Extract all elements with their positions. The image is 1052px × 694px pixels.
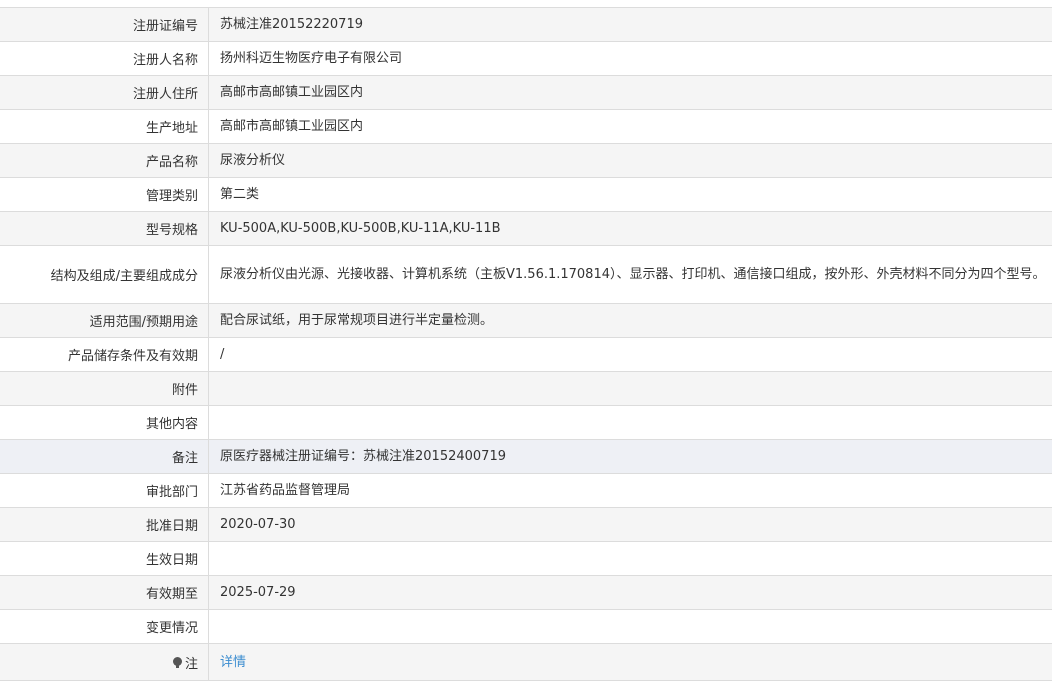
value-remark: 原医疗器械注册证编号：苏械注准20152400719 (220, 449, 506, 464)
value-category: 第二类 (220, 187, 260, 202)
row-storage: 产品储存条件及有效期 / (0, 338, 1052, 372)
value-change (209, 610, 1052, 643)
value-effective-date (209, 542, 1052, 575)
row-production-address: 生产地址 高邮市高邮镇工业园区内 (0, 110, 1052, 144)
value-registrant-address: 高邮市高邮镇工业园区内 (220, 85, 364, 100)
value-usage: 配合尿试纸，用于尿常规项目进行半定量检测。 (220, 313, 494, 328)
label-registrant-address: 注册人住所 (0, 76, 209, 109)
value-approval-date: 2020-07-30 (220, 517, 296, 532)
row-category: 管理类别 第二类 (0, 178, 1052, 212)
value-other (209, 406, 1052, 439)
value-storage: / (220, 347, 225, 362)
row-reg-no: 注册证编号 苏械注准20152220719 (0, 8, 1052, 42)
value-attachment (209, 372, 1052, 405)
value-model: KU-500A,KU-500B,KU-500B,KU-11A,KU-11B (220, 221, 501, 236)
value-structure: 尿液分析仪由光源、光接收器、计算机系统（主板V1.56.1.170814）、显示… (220, 267, 1046, 282)
label-reg-no: 注册证编号 (0, 8, 209, 41)
row-product-name: 产品名称 尿液分析仪 (0, 144, 1052, 178)
row-remark: 备注 原医疗器械注册证编号：苏械注准20152400719 (0, 440, 1052, 474)
row-approval-date: 批准日期 2020-07-30 (0, 508, 1052, 542)
label-production-address: 生产地址 (0, 110, 209, 143)
value-production-address: 高邮市高邮镇工业园区内 (220, 119, 364, 134)
label-structure: 结构及组成/主要组成成分 (0, 246, 209, 303)
details-link[interactable]: 详情 (220, 651, 246, 674)
label-change: 变更情况 (0, 610, 209, 643)
label-registrant: 注册人名称 (0, 42, 209, 75)
label-category: 管理类别 (0, 178, 209, 211)
value-product-name: 尿液分析仪 (220, 153, 286, 168)
label-attachment: 附件 (0, 372, 209, 405)
value-reg-no: 苏械注准20152220719 (220, 17, 363, 32)
value-note: 详情 (209, 644, 1052, 680)
row-registrant-address: 注册人住所 高邮市高邮镇工业园区内 (0, 76, 1052, 110)
registration-detail-table: 注册证编号 苏械注准20152220719 注册人名称 扬州科迈生物医疗电子有限… (0, 7, 1052, 681)
label-usage: 适用范围/预期用途 (0, 304, 209, 337)
row-attachment: 附件 (0, 372, 1052, 406)
value-registrant: 扬州科迈生物医疗电子有限公司 (220, 51, 403, 66)
row-registrant: 注册人名称 扬州科迈生物医疗电子有限公司 (0, 42, 1052, 76)
row-note: 注 详情 (0, 644, 1052, 681)
label-approval-date: 批准日期 (0, 508, 209, 541)
value-approval-dept: 江苏省药品监督管理局 (220, 483, 351, 498)
row-other: 其他内容 (0, 406, 1052, 440)
row-effective-date: 生效日期 (0, 542, 1052, 576)
label-effective-date: 生效日期 (0, 542, 209, 575)
label-valid-until: 有效期至 (0, 576, 209, 609)
row-change: 变更情况 (0, 610, 1052, 644)
row-model: 型号规格 KU-500A,KU-500B,KU-500B,KU-11A,KU-1… (0, 212, 1052, 246)
row-usage: 适用范围/预期用途 配合尿试纸，用于尿常规项目进行半定量检测。 (0, 304, 1052, 338)
label-storage: 产品储存条件及有效期 (0, 338, 209, 371)
row-approval-dept: 审批部门 江苏省药品监督管理局 (0, 474, 1052, 508)
value-valid-until: 2025-07-29 (220, 585, 296, 600)
row-valid-until: 有效期至 2025-07-29 (0, 576, 1052, 610)
row-structure: 结构及组成/主要组成成分 尿液分析仪由光源、光接收器、计算机系统（主板V1.56… (0, 246, 1052, 304)
label-model: 型号规格 (0, 212, 209, 245)
label-remark: 备注 (0, 440, 209, 473)
label-other: 其他内容 (0, 406, 209, 439)
lightbulb-icon (172, 656, 182, 668)
label-product-name: 产品名称 (0, 144, 209, 177)
label-approval-dept: 审批部门 (0, 474, 209, 507)
label-note-text: 注 (184, 656, 198, 672)
label-note: 注 (0, 644, 209, 680)
